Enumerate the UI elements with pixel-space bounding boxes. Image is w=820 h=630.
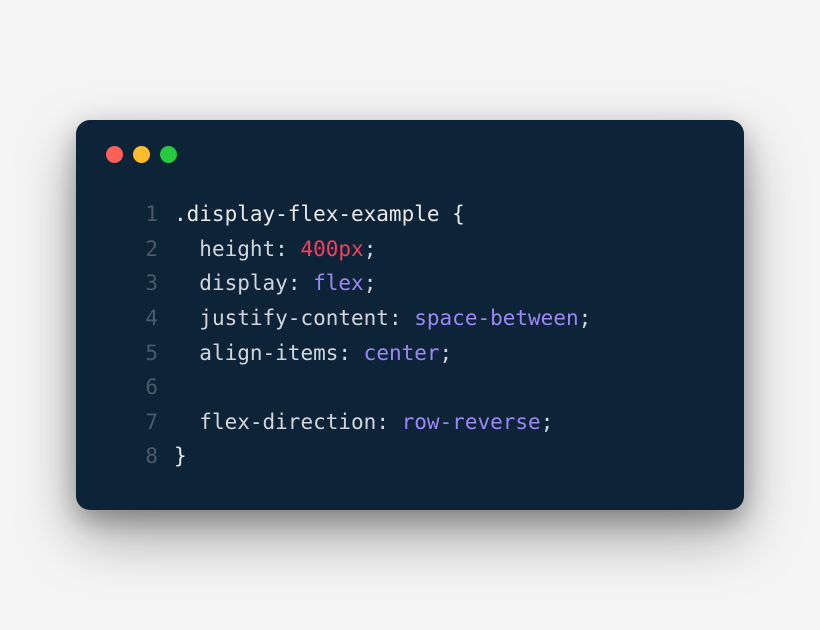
code-line: 5 align-items: center; xyxy=(126,336,718,371)
line-number: 1 xyxy=(126,197,158,232)
code-window: 1.display-flex-example {2 height: 400px;… xyxy=(76,120,744,510)
code-token: : xyxy=(338,341,363,365)
line-content: justify-content: space-between; xyxy=(174,301,591,336)
code-line: 2 height: 400px; xyxy=(126,232,718,267)
code-line: 4 justify-content: space-between; xyxy=(126,301,718,336)
maximize-icon[interactable] xyxy=(160,146,177,163)
line-number: 3 xyxy=(126,266,158,301)
line-content: } xyxy=(174,439,187,474)
line-number: 6 xyxy=(126,370,158,405)
close-icon[interactable] xyxy=(106,146,123,163)
code-token: ; xyxy=(440,341,453,365)
line-content: flex-direction: row-reverse; xyxy=(174,405,553,440)
code-token: } xyxy=(174,444,187,468)
code-token: ; xyxy=(364,237,377,261)
code-token: ; xyxy=(541,410,554,434)
code-line: 3 display: flex; xyxy=(126,266,718,301)
code-token: flex xyxy=(313,271,364,295)
code-line: 1 .display-flex-example { xyxy=(126,197,718,232)
code-token: flex-direction xyxy=(199,410,376,434)
code-token: justify-content xyxy=(199,306,389,330)
line-number: 5 xyxy=(126,336,158,371)
code-token: : xyxy=(376,410,401,434)
code-token: ; xyxy=(364,271,377,295)
code-token: align-items xyxy=(199,341,338,365)
line-content: height: 400px; xyxy=(174,232,376,267)
traffic-lights xyxy=(106,146,718,163)
line-content: display: flex; xyxy=(174,266,376,301)
line-number: 4 xyxy=(126,301,158,336)
line-content: align-items: center; xyxy=(174,336,452,371)
code-line: 8} xyxy=(126,439,718,474)
code-token: : xyxy=(389,306,414,330)
line-number: 7 xyxy=(126,405,158,440)
line-content: .display-flex-example { xyxy=(174,197,465,232)
code-token: px xyxy=(338,237,363,261)
code-token: height xyxy=(199,237,275,261)
code-token: : xyxy=(288,271,313,295)
code-token: { xyxy=(452,202,465,226)
line-number: 2 xyxy=(126,232,158,267)
code-token: : xyxy=(275,237,300,261)
code-token: center xyxy=(364,341,440,365)
code-line: 7 flex-direction: row-reverse; xyxy=(126,405,718,440)
code-token: .display-flex-example xyxy=(174,202,452,226)
code-line: 6 xyxy=(126,370,718,405)
code-token: ; xyxy=(579,306,592,330)
code-block[interactable]: 1.display-flex-example {2 height: 400px;… xyxy=(102,197,718,474)
minimize-icon[interactable] xyxy=(133,146,150,163)
code-token: space-between xyxy=(414,306,578,330)
code-token: row-reverse xyxy=(402,410,541,434)
code-token: display xyxy=(199,271,288,295)
line-number: 8 xyxy=(126,439,158,474)
code-token: 400 xyxy=(300,237,338,261)
